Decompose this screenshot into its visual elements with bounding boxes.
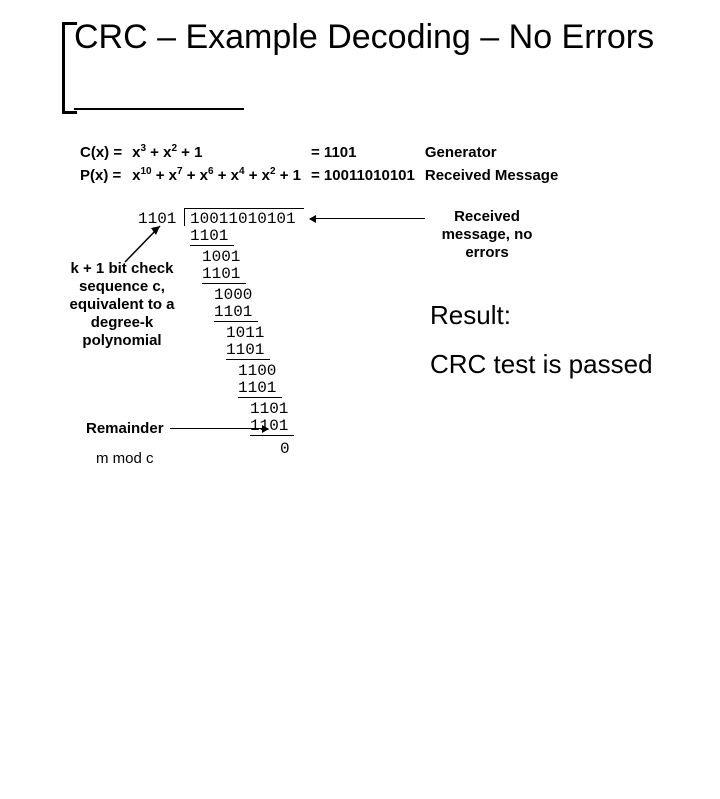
- step5-sub: 1101: [250, 417, 288, 435]
- step3-sub: 1101: [226, 341, 264, 359]
- page-title: CRC – Example Decoding – No Errors: [74, 18, 654, 57]
- result-text: CRC test is passed: [430, 349, 653, 380]
- def-lhs: P(x) =: [80, 167, 121, 184]
- step0-sub: 1101: [190, 227, 228, 245]
- step3-top: 1011: [226, 324, 264, 342]
- division-bracket-h: [184, 208, 304, 209]
- def-poly: x10 + x7 + x6 + x4 + x2 + 1: [128, 165, 305, 186]
- result-heading: Result:: [430, 300, 653, 331]
- def-row-received: P(x) = x10 + x7 + x6 + x4 + x2 + 1 = 100…: [76, 165, 562, 186]
- arrow-check-to-divisor: [125, 222, 175, 262]
- arrow-remainder: [170, 428, 268, 429]
- step1-top: 1001: [202, 248, 240, 266]
- polynomial-definitions: C(x) = x3 + x2 + 1 = 1101 Generator P(x)…: [74, 140, 564, 189]
- rule: [226, 359, 270, 360]
- label-received-msg: Received message, no errors: [432, 208, 542, 262]
- def-role: Generator: [425, 144, 497, 161]
- def-role: Received Message: [425, 167, 558, 184]
- label-mmodc: m mod c: [96, 450, 154, 468]
- division-bracket-v: [184, 208, 185, 226]
- title-underline: [74, 108, 244, 110]
- rule: [238, 397, 282, 398]
- rule: [250, 435, 294, 436]
- rule: [202, 283, 246, 284]
- label-remainder: Remainder: [86, 420, 164, 438]
- step2-sub: 1101: [214, 303, 252, 321]
- step4-sub: 1101: [238, 379, 276, 397]
- def-bin: = 1101: [311, 144, 356, 161]
- long-division: 1101 10011010101 1101 1001 1101 1000 110…: [190, 210, 209, 799]
- remainder-value: 0: [280, 440, 290, 458]
- step4-top: 1100: [238, 362, 276, 380]
- result-block: Result: CRC test is passed: [430, 300, 653, 380]
- arrow-received-to-dividend: [310, 218, 425, 219]
- def-lhs: C(x) =: [80, 144, 122, 161]
- rule: [190, 245, 234, 246]
- step2-top: 1000: [214, 286, 252, 304]
- def-poly: x3 + x2 + 1: [128, 142, 305, 163]
- rule: [214, 321, 258, 322]
- def-row-generator: C(x) = x3 + x2 + 1 = 1101 Generator: [76, 142, 562, 163]
- label-check-sequence: k + 1 bit check sequence c, equivalent t…: [58, 260, 186, 350]
- step1-sub: 1101: [202, 265, 240, 283]
- dividend: 10011010101: [190, 210, 296, 228]
- step5-top: 1101: [250, 400, 288, 418]
- def-bin: = 10011010101: [311, 167, 415, 184]
